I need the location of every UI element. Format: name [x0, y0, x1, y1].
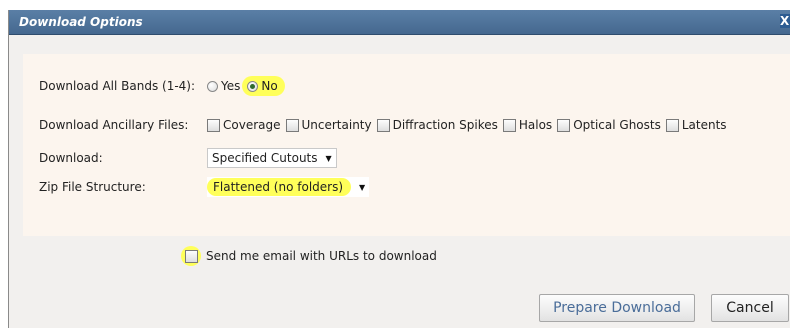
zip-field: Flattened (no folders) ▼: [207, 177, 370, 197]
zip-label: Zip File Structure:: [39, 180, 146, 194]
email-label: Send me email with URLs to download: [206, 249, 437, 263]
ancillary-label: Download Ancillary Files:: [39, 118, 189, 132]
checkbox-optical-ghosts-label: Optical Ghosts: [573, 118, 661, 132]
dialog-titlebar[interactable]: Download Options X: [9, 10, 790, 35]
checkbox-uncertainty-label: Uncertainty: [301, 118, 372, 132]
download-select-value: Specified Cutouts: [212, 151, 318, 165]
download-label: Download:: [39, 151, 103, 165]
ancillary-item-latents[interactable]: Latents: [665, 118, 727, 132]
bands-options: Yes No: [207, 76, 285, 96]
options-panel: Download All Bands (1-4): Yes No Downloa…: [23, 54, 790, 236]
checkbox-latents[interactable]: [665, 118, 679, 132]
checkbox-diffraction-spikes[interactable]: [376, 118, 390, 132]
zip-row: Zip File Structure: Flattened (no folder…: [23, 176, 790, 198]
checkbox-optical-ghosts[interactable]: [557, 118, 571, 132]
checkbox-coverage-label: Coverage: [223, 118, 281, 132]
email-row[interactable]: Send me email with URLs to download: [181, 246, 437, 266]
checkbox-halos[interactable]: [502, 118, 516, 132]
bands-label: Download All Bands (1-4):: [39, 79, 196, 93]
email-checkbox-wrap: [181, 246, 201, 266]
download-select[interactable]: Specified Cutouts ▼: [207, 148, 337, 168]
ancillary-item-diffraction-spikes[interactable]: Diffraction Spikes: [376, 118, 498, 132]
ancillary-item-halos[interactable]: Halos: [502, 118, 553, 132]
download-options-dialog: Download Options X Download All Bands (1…: [8, 10, 790, 328]
close-icon[interactable]: X: [780, 14, 790, 28]
checkbox-latents-label: Latents: [681, 118, 727, 132]
prepare-download-button[interactable]: Prepare Download: [539, 294, 695, 322]
checkbox-diffraction-spikes-label: Diffraction Spikes: [392, 118, 498, 132]
bands-option-yes[interactable]: Yes: [207, 79, 240, 93]
ancillary-row: Download Ancillary Files: Coverage Uncer…: [23, 114, 790, 136]
ancillary-item-uncertainty[interactable]: Uncertainty: [285, 118, 372, 132]
checkbox-uncertainty[interactable]: [285, 118, 299, 132]
dialog-title: Download Options: [19, 15, 143, 29]
ancillary-item-optical-ghosts[interactable]: Optical Ghosts: [557, 118, 661, 132]
ancillary-options: Coverage Uncertainty Diffraction Spikes …: [207, 118, 732, 132]
email-checkbox[interactable]: [184, 249, 198, 263]
radio-yes[interactable]: [207, 80, 218, 92]
chevron-down-icon: ▼: [359, 182, 366, 192]
checkbox-halos-label: Halos: [518, 118, 553, 132]
cancel-button[interactable]: Cancel: [711, 294, 789, 322]
radio-yes-label: Yes: [221, 79, 241, 93]
bands-row: Download All Bands (1-4): Yes No: [23, 75, 790, 97]
bands-option-no[interactable]: No: [242, 76, 285, 96]
checkbox-coverage[interactable]: [207, 118, 220, 132]
download-field: Specified Cutouts ▼: [207, 148, 337, 168]
chevron-down-icon: ▼: [325, 153, 332, 163]
download-row: Download: Specified Cutouts ▼: [23, 147, 790, 169]
radio-no-label: No: [261, 79, 278, 93]
radio-no[interactable]: [247, 80, 259, 92]
ancillary-item-coverage[interactable]: Coverage: [207, 118, 281, 132]
zip-select-value: Flattened (no folders): [207, 178, 352, 196]
zip-select[interactable]: Flattened (no folders) ▼: [207, 177, 370, 197]
